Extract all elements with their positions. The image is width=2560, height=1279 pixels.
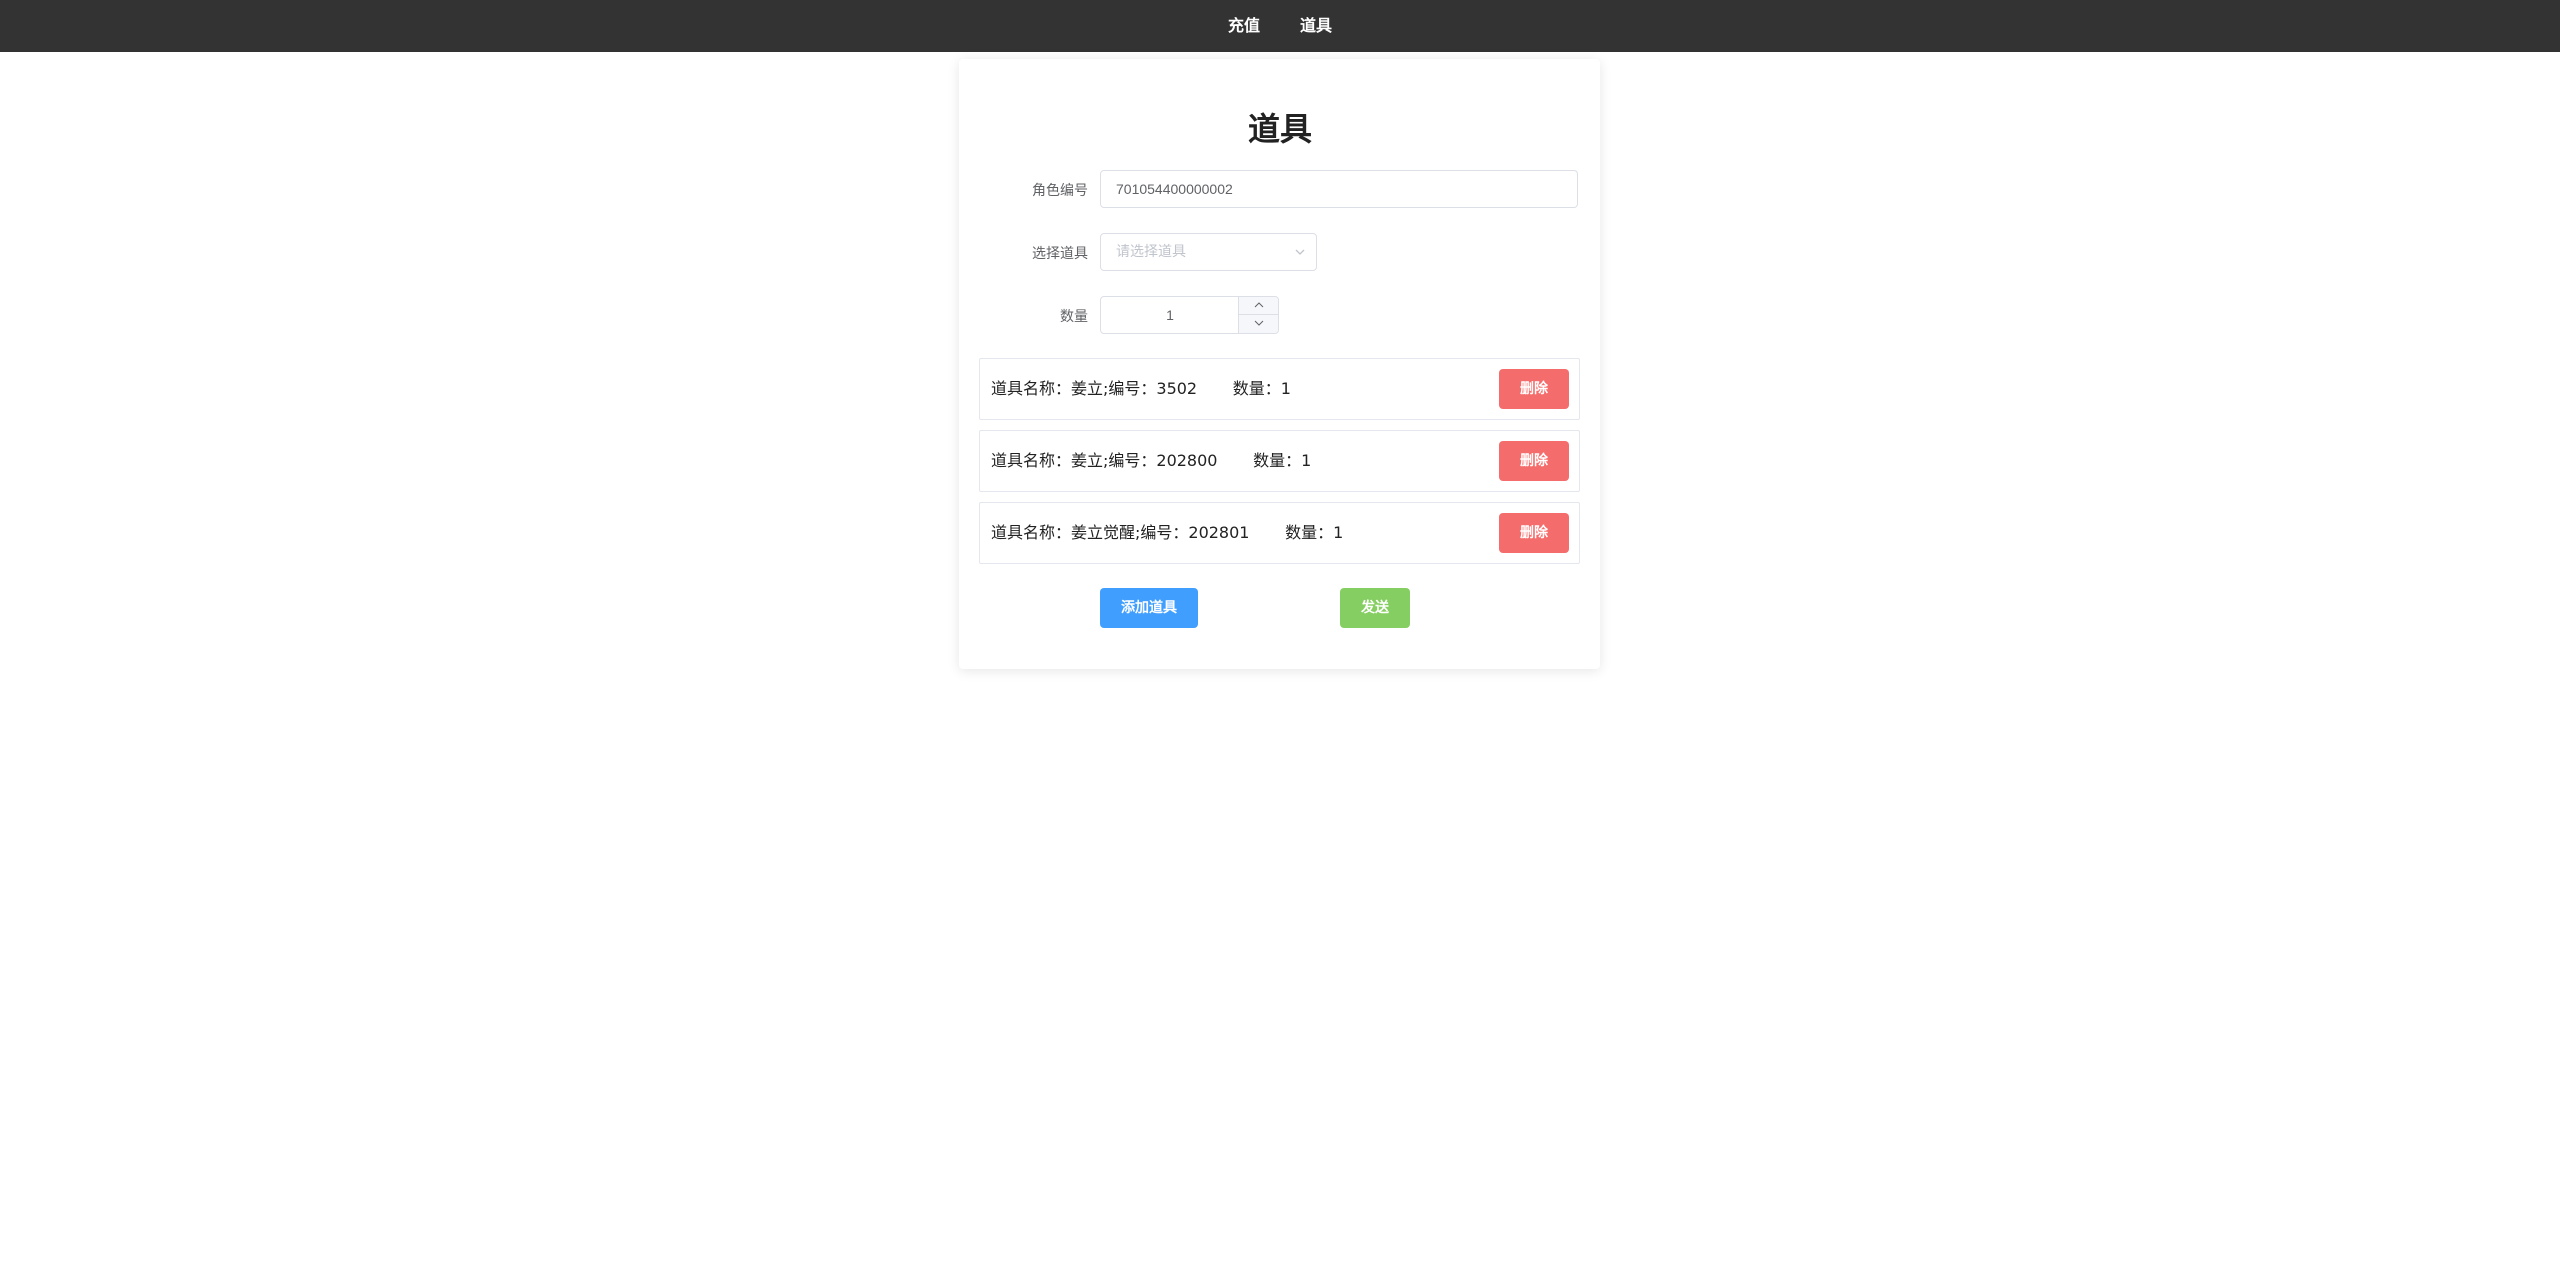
quantity-stepper: 1 (1100, 296, 1279, 334)
item-row: 道具名称：姜立觉醒;编号：202801 数量：1 删除 (979, 502, 1580, 564)
select-item-placeholder: 请选择道具 (1116, 244, 1186, 260)
role-id-label: 角色编号 (1032, 183, 1088, 199)
nav-item-recharge[interactable]: 充值 (1228, 0, 1260, 52)
item-row-text: 道具名称：姜立;编号：202800 数量：1 (991, 451, 1312, 470)
item-row: 道具名称：姜立;编号：3502 数量：1 删除 (979, 358, 1580, 420)
chevron-down-icon (1295, 249, 1305, 255)
send-button[interactable]: 发送 (1340, 588, 1410, 628)
increase-button[interactable] (1238, 297, 1278, 315)
page-title: 道具 (1247, 110, 1312, 148)
top-nav-bar: 充值 道具 (0, 0, 2560, 52)
item-row: 道具名称：姜立;编号：202800 数量：1 删除 (979, 430, 1580, 492)
delete-button[interactable]: 删除 (1499, 369, 1569, 409)
add-item-button[interactable]: 添加道具 (1100, 588, 1198, 628)
delete-button[interactable]: 删除 (1499, 441, 1569, 481)
nav-item-props[interactable]: 道具 (1300, 0, 1332, 52)
chevron-up-icon (1254, 302, 1264, 308)
item-row-text: 道具名称：姜立;编号：3502 数量：1 (991, 379, 1291, 398)
item-row-text: 道具名称：姜立觉醒;编号：202801 数量：1 (991, 523, 1344, 542)
decrease-button[interactable] (1238, 315, 1278, 333)
select-item-dropdown[interactable]: 请选择道具 (1100, 233, 1317, 271)
role-id-input[interactable]: 701054400000002 (1100, 170, 1578, 208)
quantity-input[interactable]: 1 (1101, 297, 1239, 333)
quantity-label: 数量 (1060, 309, 1088, 325)
chevron-down-icon (1254, 320, 1264, 326)
delete-button[interactable]: 删除 (1499, 513, 1569, 553)
select-item-label: 选择道具 (1032, 246, 1088, 262)
